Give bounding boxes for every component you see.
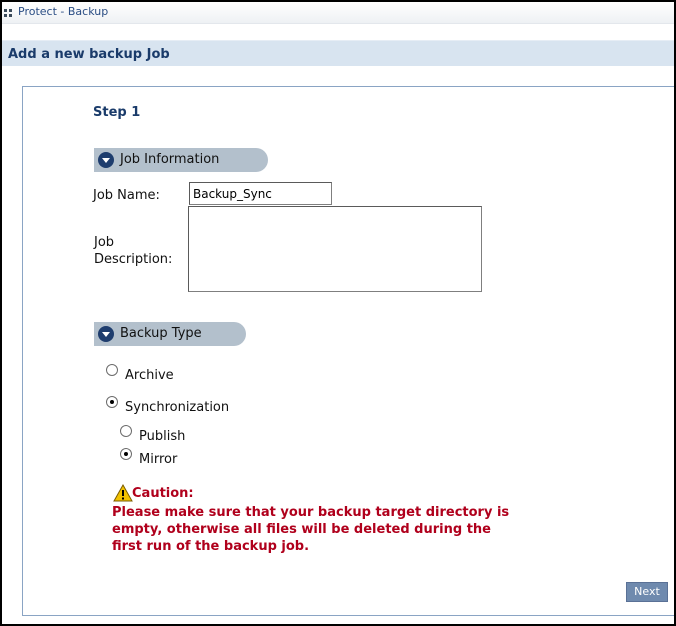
job-description-textarea[interactable] xyxy=(188,206,482,292)
app-window: Protect - Backup Add a new backup Job St… xyxy=(0,0,676,626)
job-information-label: Job Information xyxy=(120,152,220,167)
circle-down-arrow-icon xyxy=(98,326,114,342)
job-description-label-line2: Description: xyxy=(94,252,173,267)
window-title-bar: Protect - Backup xyxy=(2,2,674,24)
page-header: Add a new backup Job xyxy=(2,40,674,66)
page-title: Add a new backup Job xyxy=(8,47,170,62)
synchronization-label: Synchronization xyxy=(125,400,230,415)
publish-radio[interactable] xyxy=(120,425,132,437)
backup-type-label: Backup Type xyxy=(120,326,202,341)
publish-label: Publish xyxy=(139,429,186,444)
archive-radio[interactable] xyxy=(106,364,118,376)
caution-line-3: first run of the backup job. xyxy=(112,539,310,554)
backup-type-section-header[interactable]: Backup Type xyxy=(94,322,246,346)
job-name-input[interactable] xyxy=(189,182,332,205)
warning-triangle-icon xyxy=(113,484,133,502)
next-button[interactable]: Next xyxy=(626,582,668,602)
archive-label: Archive xyxy=(125,368,174,383)
caution-title: Caution: xyxy=(132,486,194,501)
caution-line-2: empty, otherwise all files will be delet… xyxy=(112,522,491,537)
circle-down-arrow-icon xyxy=(98,152,114,168)
synchronization-radio[interactable] xyxy=(106,396,118,408)
grip-icon xyxy=(4,9,12,17)
job-description-label-line1: Job xyxy=(94,235,115,250)
window-title: Protect - Backup xyxy=(18,5,109,18)
job-name-label: Job Name: xyxy=(93,188,160,203)
step-title: Step 1 xyxy=(93,105,141,120)
caution-message: Please make sure that your backup target… xyxy=(112,504,592,555)
mirror-label: Mirror xyxy=(139,452,178,467)
mirror-radio[interactable] xyxy=(120,448,132,460)
job-information-section-header[interactable]: Job Information xyxy=(94,148,268,172)
caution-line-1: Please make sure that your backup target… xyxy=(112,505,510,520)
